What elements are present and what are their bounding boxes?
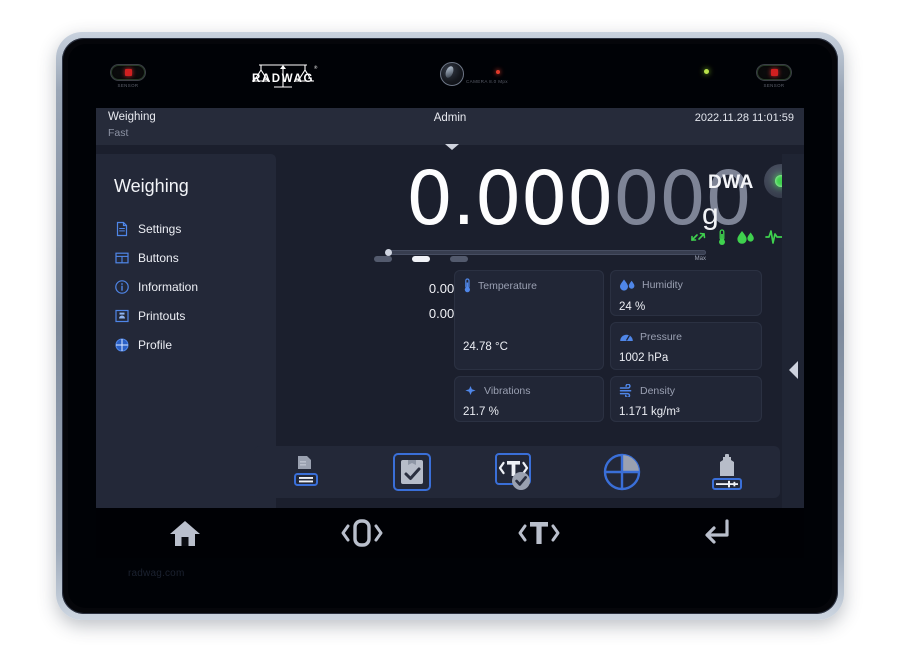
card-header: Humidity [610,270,762,292]
bargraph-indicator [385,249,392,256]
card-label: Vibrations [484,384,531,397]
status-bar-subtitle: Fast [108,127,129,139]
sidebar-item-printouts[interactable]: Printouts [114,301,274,330]
page-dot[interactable] [374,256,392,262]
status-bar-datetime: 2022.11.28 11:01:59 [694,112,794,124]
humidity-drops-icon [736,229,756,246]
touchscreen-display: Weighing Fast Admin 2022.11.28 11:01:59 … [96,108,804,508]
toolbar-button-add-to-batch[interactable] [359,446,464,498]
card-value: 21.7 % [463,406,499,418]
vibration-star-icon [463,384,478,397]
sidebar-item-buttons[interactable]: Buttons [114,243,274,272]
proximity-sensor-left: SENSOR [108,64,148,90]
sidebar-title: Weighing [114,176,189,196]
card-value: 24.78 °C [463,341,508,353]
svg-text:®: ® [314,64,318,70]
pressure-gauge-icon [619,330,634,343]
sidebar-item-list: Settings Buttons Information Printouts P… [114,214,274,359]
card-header: Pressure [610,322,762,343]
sensor-label-right: SENSOR [763,83,785,88]
nav-button-home[interactable] [96,508,273,558]
sensor-card-vibrations[interactable]: Vibrations 21.7 % [454,376,604,422]
toolbar-button-print-report[interactable] [254,446,359,498]
proximity-sensor-right: SENSOR [754,64,794,90]
sidebar-item-information[interactable]: Information [114,272,274,301]
nav-button-enter[interactable] [627,508,804,558]
card-value: 24 % [619,301,646,313]
card-label: Density [640,384,676,397]
bargraph-max-label: Max [694,256,706,262]
printouts-icon [114,308,130,324]
card-header: Density [610,376,762,397]
card-label: Humidity [642,279,683,291]
card-label: Temperature [478,279,537,292]
sensor-card-pressure[interactable]: Pressure 1002 hPa [610,322,762,370]
toolbar-button-calibration[interactable] [675,446,780,498]
nav-button-zero[interactable] [273,508,450,558]
chevron-left-icon[interactable] [789,361,798,379]
buttons-grid-icon [114,250,130,266]
function-toolbar [254,446,780,498]
weight-significant-digits: 0.000 [406,156,614,242]
toolbar-button-statistics[interactable] [570,446,675,498]
camera-label: CAMERA 8.0 Mpx [466,79,508,84]
nav-button-tare[interactable] [450,508,627,558]
sidebar-item-label: Information [138,279,199,294]
toolbar-button-tare-confirm[interactable] [464,446,569,498]
vibration-wave-icon [765,229,783,245]
sidebar-menu: Weighing Settings Buttons Information Pr… [96,154,276,508]
profile-globe-icon [114,337,130,353]
airflow-icon [690,229,708,245]
camera-lens-icon [440,62,464,86]
chevron-down-icon[interactable] [445,144,459,150]
card-value: 1002 hPa [619,352,669,364]
card-header: Vibrations [454,376,604,397]
svg-text:RADWAG: RADWAG [252,73,314,85]
sensor-label-left: SENSOR [117,83,139,88]
page-dot[interactable] [450,256,468,262]
sidebar-item-label: Buttons [138,250,179,265]
device-hardware-row: SENSOR RADWAG ® CAMERA 8.0 Mpx SENSOR [68,56,832,100]
thermometer-icon [717,228,727,246]
device-footer-url: radwag.com [128,568,185,579]
sidebar-item-label: Settings [138,221,182,236]
side-panel-strip[interactable] [782,154,804,508]
status-bar: Weighing Fast Admin 2022.11.28 11:01:59 [96,108,804,145]
status-led-icon [704,69,709,74]
card-header: Temperature [454,270,604,293]
density-wind-icon [619,384,634,397]
sensor-card-density[interactable]: Density 1.171 kg/m³ [610,376,762,422]
bargraph-track [386,250,706,255]
camera-module: CAMERA 8.0 Mpx [424,60,544,94]
card-label: Pressure [640,330,683,343]
radwag-logo: RADWAG ® [243,61,323,95]
document-settings-icon [114,221,130,237]
information-icon [114,279,130,295]
card-value: 1.171 kg/m³ [619,406,680,418]
dwa-label: DWA [708,172,754,193]
sensor-led-housing-right [756,64,792,81]
weight-value: 0.000000 [406,162,752,236]
sidebar-item-label: Printouts [138,308,186,323]
hardware-navigation-bar [96,508,804,558]
sidebar-item-settings[interactable]: Settings [114,214,274,243]
sensor-card-humidity[interactable]: Humidity 24 % [610,270,762,316]
sensor-card-temperature[interactable]: Temperature 24.78 °C [454,270,604,370]
sidebar-item-label: Profile [138,337,173,352]
humidity-drops-icon [619,278,636,292]
sensor-led-housing-left [110,64,146,81]
page-dot-active[interactable] [412,256,430,262]
camera-led-icon [496,70,500,74]
page-indicator-dots[interactable] [326,256,516,262]
sidebar-item-profile[interactable]: Profile [114,330,274,359]
thermometer-icon [463,278,472,293]
device-shell: SENSOR RADWAG ® CAMERA 8.0 Mpx SENSOR We… [0,0,900,661]
